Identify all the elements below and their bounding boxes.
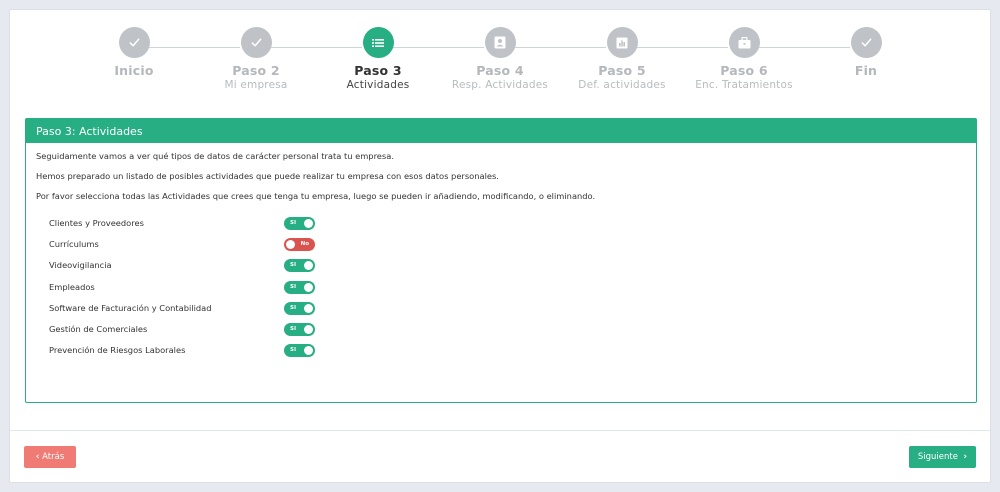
step-subtitle: Enc. Tratamientos [695, 79, 793, 91]
activity-toggle[interactable]: No [284, 238, 315, 252]
step-title: Fin [854, 63, 878, 78]
step-paso-4[interactable]: Paso 4 Resp. Actividades [435, 27, 565, 91]
intro-paragraph: Por favor selecciona todas las Actividad… [36, 191, 596, 201]
toggle-knob [304, 282, 313, 292]
activity-toggle[interactable]: SI [284, 301, 315, 315]
toggle-knob [286, 240, 295, 250]
toggle-label: No [300, 241, 309, 248]
toggle-knob [304, 324, 313, 334]
toggle-label: SI [290, 304, 297, 311]
intro-paragraph: Seguidamente vamos a ver qué tipos de da… [36, 151, 394, 161]
check-icon [850, 27, 882, 58]
back-button[interactable]: ‹ Atrás [24, 446, 76, 468]
next-button-label: Siguiente [917, 452, 958, 462]
toggle-label: SI [290, 325, 297, 332]
toggle-knob [304, 219, 313, 228]
step-title: Paso 3 [354, 63, 402, 78]
toggle-label: SI [290, 283, 297, 290]
activity-row: Currículums No [49, 238, 966, 259]
panel-body: Seguidamente vamos a ver qué tipos de da… [26, 143, 976, 374]
activity-label: Prevención de Riesgos Laborales [49, 345, 186, 356]
step-subtitle: Mi empresa [224, 79, 288, 91]
activity-toggle[interactable]: SI [284, 217, 315, 230]
chevron-left-icon: ‹ [35, 452, 40, 462]
activity-label: Gestión de Comerciales [49, 323, 148, 334]
chart-icon [606, 27, 638, 58]
activity-label: Currículums [49, 239, 99, 250]
toggle-knob [304, 346, 313, 356]
activity-toggle[interactable]: SI [284, 259, 315, 273]
toggle-label: SI [290, 220, 297, 226]
toggle-label: SI [290, 347, 297, 354]
step-subtitle: Def. actividades [578, 79, 666, 91]
toggle-label: SI [290, 262, 297, 269]
step-title: Paso 5 [598, 63, 646, 78]
activity-row: Software de Facturación y Contabilidad S… [49, 301, 966, 323]
chevron-right-icon: › [963, 452, 968, 462]
step-title: Paso 6 [720, 63, 768, 78]
wizard-stepper: Inicio Paso 2 Mi empresa Paso 3 Activida… [10, 10, 992, 110]
activity-toggle[interactable]: SI [284, 280, 315, 294]
activity-row: Clientes y Proveedores SI [49, 217, 966, 238]
step-title: Paso 4 [476, 63, 524, 78]
briefcase-icon [728, 27, 760, 58]
step-subtitle: Resp. Actividades [451, 79, 549, 91]
activity-label: Software de Facturación y Contabilidad [49, 302, 212, 313]
step-inicio[interactable]: Inicio [69, 27, 199, 79]
check-icon [118, 27, 150, 58]
activity-row: Prevención de Riesgos Laborales SI [49, 344, 966, 365]
activity-row: Gestión de Comerciales SI [49, 322, 966, 344]
step-paso-6[interactable]: Paso 6 Enc. Tratamientos [679, 27, 809, 91]
step-title: Inicio [114, 63, 154, 78]
footer-divider [10, 430, 990, 431]
check-icon [240, 27, 272, 58]
step-paso-2[interactable]: Paso 2 Mi empresa [191, 27, 321, 91]
next-button[interactable]: Siguiente › [909, 446, 976, 468]
activity-label: Clientes y Proveedores [49, 218, 144, 228]
step-title: Paso 2 [232, 63, 280, 78]
step-paso-3[interactable]: Paso 3 Actividades [313, 27, 443, 91]
activity-label: Empleados [49, 281, 95, 292]
id-card-icon [484, 27, 516, 58]
activity-row: Videovigilancia SI [49, 259, 966, 280]
activities-panel: Paso 3: Actividades Seguidamente vamos a… [25, 118, 977, 403]
activity-row: Empleados SI [49, 280, 966, 302]
activity-toggle[interactable]: SI [284, 322, 315, 336]
activities-list: Clientes y Proveedores SI Currículums No… [36, 217, 966, 365]
step-fin[interactable]: Fin [801, 27, 931, 79]
step-paso-5[interactable]: Paso 5 Def. actividades [557, 27, 687, 91]
panel-title: Paso 3: Actividades [26, 119, 976, 143]
activity-toggle[interactable]: SI [284, 344, 315, 358]
step-subtitle: Actividades [346, 79, 410, 91]
list-icon [362, 27, 394, 58]
intro-paragraph: Hemos preparado un listado de posibles a… [36, 171, 499, 181]
toggle-knob [304, 261, 313, 271]
toggle-knob [304, 303, 313, 313]
activity-label: Videovigilancia [49, 260, 112, 271]
back-button-label: Atrás [42, 452, 65, 462]
wizard-frame: Inicio Paso 2 Mi empresa Paso 3 Activida… [9, 9, 991, 483]
